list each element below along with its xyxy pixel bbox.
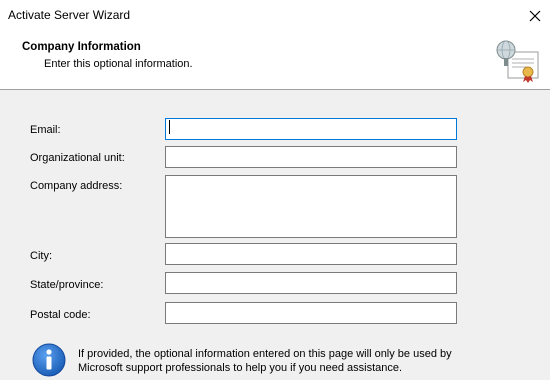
info-message: If provided, the optional information en… [78,347,478,375]
info-line-1: If provided, the optional information en… [78,348,452,360]
org-unit-label: Organizational unit: [30,152,125,164]
company-address-label: Company address: [30,180,123,192]
page-title: Company Information [22,41,141,53]
city-label: City: [30,250,52,262]
state-label: State/province: [30,279,104,291]
close-button[interactable] [520,0,550,31]
state-field[interactable] [165,272,457,294]
city-field[interactable] [165,243,457,265]
wizard-header: Company Information Enter this optional … [0,31,550,90]
close-icon [529,10,541,21]
certificate-icon [496,40,539,83]
title-bar: Activate Server Wizard [0,0,550,31]
org-unit-field[interactable] [165,146,457,168]
company-address-field[interactable] [165,175,457,238]
email-field[interactable] [165,118,457,140]
page-subtitle: Enter this optional information. [44,58,193,70]
text-caret [169,120,170,134]
information-icon [32,343,66,377]
info-line-2: Microsoft support professionals to help … [78,362,403,374]
postal-code-label: Postal code: [30,309,91,321]
email-label: Email: [30,124,61,136]
window-title: Activate Server Wizard [8,8,131,22]
postal-code-field[interactable] [165,302,457,324]
